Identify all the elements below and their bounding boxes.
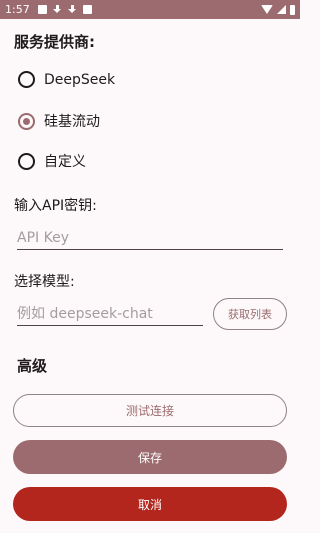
radio-deepseek[interactable]: DeepSeek xyxy=(18,71,115,88)
cancel-button[interactable]: 取消 xyxy=(13,487,287,521)
model-input[interactable] xyxy=(17,302,203,326)
status-bar: 1:57 xyxy=(0,0,300,19)
font-icon xyxy=(82,5,92,14)
radio-label: 硅基流动 xyxy=(44,114,100,130)
radio-label: 自定义 xyxy=(44,154,86,170)
provider-label: 服务提供商: xyxy=(14,33,95,51)
download-icon xyxy=(52,5,62,14)
status-time: 1:57 xyxy=(5,3,30,16)
test-connection-button[interactable]: 测试连接 xyxy=(13,394,287,427)
radio-siliconflow[interactable]: 硅基流动 xyxy=(18,111,100,131)
radio-custom[interactable]: 自定义 xyxy=(18,151,86,171)
signal-icon xyxy=(277,5,286,14)
advanced-heading: 高级 xyxy=(17,357,48,375)
radio-button[interactable] xyxy=(18,152,35,170)
fetch-list-button[interactable]: 获取列表 xyxy=(213,298,287,330)
status-right xyxy=(261,4,295,15)
radio-label: DeepSeek xyxy=(44,71,116,88)
model-label: 选择模型: xyxy=(14,274,75,290)
save-button[interactable]: 保存 xyxy=(13,440,287,474)
battery-icon xyxy=(290,4,295,15)
api-key-label: 输入API密钥: xyxy=(14,198,97,214)
download-icon xyxy=(67,5,77,14)
api-key-input[interactable] xyxy=(17,226,283,250)
radio-button[interactable] xyxy=(18,71,35,88)
wifi-icon xyxy=(261,5,273,14)
image-icon xyxy=(37,5,47,14)
radio-button-selected[interactable] xyxy=(18,112,35,130)
